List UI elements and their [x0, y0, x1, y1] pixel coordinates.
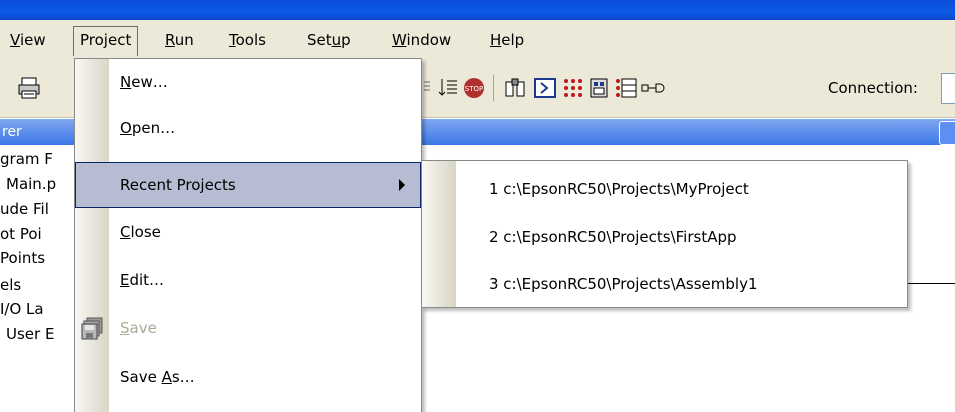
connection-select[interactable]: [941, 73, 955, 104]
project-menu-dropdown: New… Open… Recent Projects Close Edit… S…: [74, 58, 422, 412]
recent-project-item[interactable]: 2 c:\EpsonRC50\Projects\FirstApp: [422, 217, 907, 257]
menu-setup[interactable]: Setup: [301, 27, 357, 53]
window-title-bar: [0, 0, 955, 20]
toolbar-separator: [493, 75, 494, 101]
stop-icon[interactable]: STOP: [462, 76, 486, 100]
connection-label: Connection:: [828, 79, 918, 97]
menu-item-recent-projects[interactable]: Recent Projects: [75, 162, 421, 208]
io-monitor-icon[interactable]: [561, 76, 585, 100]
menu-item-save-as[interactable]: Save As…: [75, 354, 421, 400]
menu-tools[interactable]: Tools: [223, 27, 272, 53]
menu-window[interactable]: Window: [386, 27, 457, 53]
editor-panel-header: [420, 119, 955, 145]
task-manager-icon[interactable]: [587, 76, 611, 100]
variables-icon[interactable]: [614, 76, 638, 100]
save-all-icon: [81, 317, 103, 340]
divider: [905, 283, 955, 284]
print-icon[interactable]: [17, 76, 41, 100]
connection-icon[interactable]: [641, 76, 665, 100]
menu-item-save[interactable]: Save: [75, 305, 421, 351]
outdent-icon[interactable]: [436, 76, 460, 100]
menu-run[interactable]: Run: [159, 27, 200, 53]
menu-project[interactable]: Project: [73, 26, 139, 56]
svg-text:STOP: STOP: [465, 85, 483, 93]
menu-item-new[interactable]: New…: [75, 59, 421, 105]
binoculars-icon[interactable]: [503, 76, 527, 100]
submenu-arrow-icon: [399, 179, 405, 191]
recent-project-item[interactable]: 3 c:\EpsonRC50\Projects\Assembly1: [422, 264, 907, 304]
run-window-icon[interactable]: [533, 76, 557, 100]
menu-help[interactable]: Help: [484, 27, 530, 53]
menu-bar: View Project Run Tools Setup Window Help: [0, 20, 955, 61]
menu-item-close[interactable]: Close: [75, 209, 421, 255]
menu-view[interactable]: View: [4, 27, 52, 53]
menu-item-open[interactable]: Open…: [75, 105, 421, 151]
recent-projects-submenu: 1 c:\EpsonRC50\Projects\MyProject 2 c:\E…: [421, 160, 908, 308]
recent-project-item[interactable]: 1 c:\EpsonRC50\Projects\MyProject: [422, 169, 907, 209]
panel-close-button[interactable]: [939, 121, 955, 145]
menu-item-edit[interactable]: Edit…: [75, 257, 421, 303]
